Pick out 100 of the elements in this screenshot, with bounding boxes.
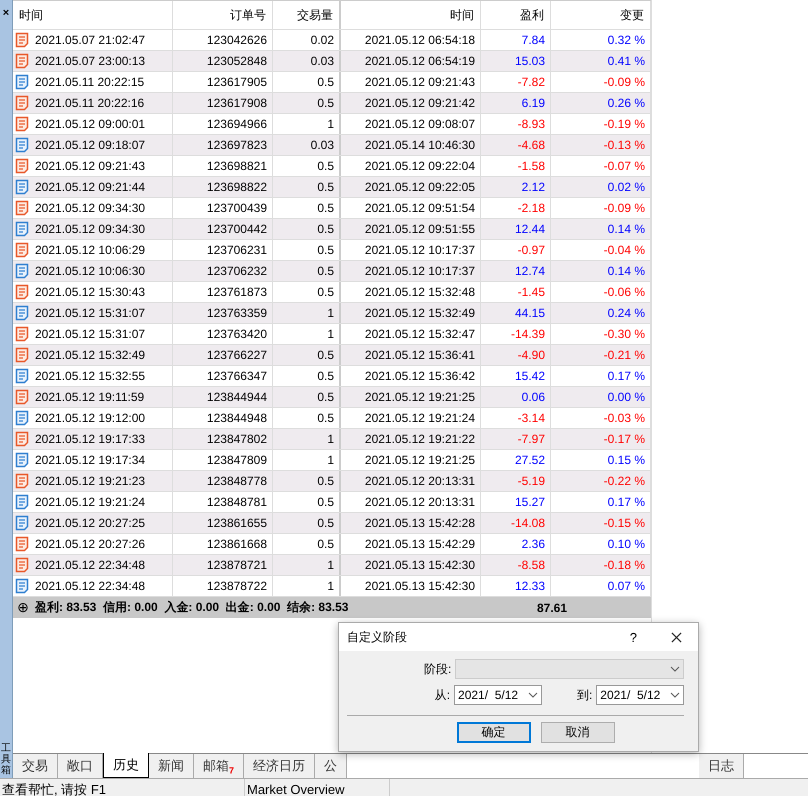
table-cell: 123766227 <box>173 345 273 365</box>
table-cell: 2021.05.12 15:32:47 <box>341 324 481 344</box>
table-cell: 2021.05.12 10:06:29 <box>35 243 146 257</box>
table-cell: 2021.05.11 20:22:16 <box>35 96 144 110</box>
table-cell: -1.58 <box>481 156 551 176</box>
table-cell: 15.03 <box>481 51 551 71</box>
table-cell: 2021.05.13 15:42:29 <box>341 534 481 554</box>
table-cell: 2021.05.14 10:46:30 <box>341 135 481 155</box>
table-cell: 123878721 <box>173 555 273 575</box>
table-cell: 12.74 <box>481 261 551 281</box>
column-header[interactable]: 变更 <box>551 1 651 29</box>
table-cell: -0.21 % <box>551 345 651 365</box>
table-cell: 2021.05.12 06:54:19 <box>341 51 481 71</box>
table-cell: 123844948 <box>173 408 273 428</box>
column-header[interactable]: 订单号 <box>173 1 273 29</box>
table-cell: -8.58 <box>481 555 551 575</box>
table-cell: 2021.05.12 09:51:55 <box>341 219 481 239</box>
table-cell: 123847802 <box>173 429 273 449</box>
table-cell: 123848778 <box>173 471 273 491</box>
table-cell: -3.14 <box>481 408 551 428</box>
chevron-icon <box>670 692 680 698</box>
table-cell: 2021.05.12 19:17:33 <box>35 432 146 446</box>
ok-button[interactable]: 确定 <box>456 722 530 743</box>
table-cell: -14.08 <box>481 513 551 533</box>
table-cell: 2021.05.12 15:31:07 <box>35 327 146 341</box>
column-header[interactable]: 时间 <box>341 1 481 29</box>
table-cell: -2.18 <box>481 198 551 218</box>
table-cell: 2021.05.12 15:36:41 <box>341 345 481 365</box>
column-header[interactable]: 交易量 <box>273 1 341 29</box>
table-cell: 123042626 <box>173 30 273 50</box>
table-cell: 0.03 <box>273 135 341 155</box>
date-field[interactable]: 2021/ 5/12 <box>596 685 684 705</box>
tab[interactable]: 敞口 <box>58 754 103 778</box>
table-cell: 2021.05.12 19:17:34 <box>35 453 146 467</box>
table-cell: 123766347 <box>173 366 273 386</box>
close-icon[interactable]: × <box>2 6 10 20</box>
table-cell: 2.36 <box>481 534 551 554</box>
table-cell: 2021.05.12 20:27:25 <box>35 516 146 530</box>
table-cell: 12.44 <box>481 219 551 239</box>
table-cell: -0.22 % <box>551 471 651 491</box>
table-cell: -1.45 <box>481 282 551 302</box>
table-cell: 123763420 <box>173 324 273 344</box>
tab[interactable]: 公 <box>315 754 348 778</box>
table-cell: -0.17 % <box>551 429 651 449</box>
table-cell: 0.5 <box>273 345 341 365</box>
table-cell: 12.33 <box>481 576 551 596</box>
table-cell: 2021.05.12 15:30:43 <box>35 285 146 299</box>
table-cell: -5.19 <box>481 471 551 491</box>
table-cell: -7.82 <box>481 72 551 92</box>
dialog-title: 自定义阶段 <box>347 628 408 646</box>
table-cell: -0.09 % <box>551 198 651 218</box>
table-cell: 123761873 <box>173 282 273 302</box>
date-field[interactable]: 2021/ 5/12 <box>454 685 542 705</box>
tab[interactable]: 交易 <box>13 754 58 778</box>
cancel-button[interactable]: 取消 <box>540 722 614 743</box>
table-cell: 123694966 <box>173 114 273 134</box>
table-cell: 2021.05.12 09:51:54 <box>341 198 481 218</box>
table-cell: 0.02 % <box>551 177 651 197</box>
table-cell: 2021.05.12 09:21:42 <box>341 93 481 113</box>
to-label: 到: <box>576 686 594 704</box>
table-cell: 123697823 <box>173 135 273 155</box>
table-cell: 15.27 <box>481 492 551 512</box>
table-cell: 0.5 <box>273 219 341 239</box>
table-cell: 2021.05.12 10:17:37 <box>341 261 481 281</box>
help-button[interactable]: ? <box>630 630 637 644</box>
table-cell: 2021.05.12 15:32:55 <box>35 369 146 383</box>
tab[interactable]: 历史 <box>103 753 149 778</box>
tab[interactable]: 日志 <box>699 754 744 778</box>
table-cell: 123698821 <box>173 156 273 176</box>
table-cell: 2021.05.12 19:21:24 <box>341 408 481 428</box>
table-cell: 123848781 <box>173 492 273 512</box>
table-cell: 2021.05.12 19:21:24 <box>35 495 146 509</box>
table-cell: 2021.05.13 15:42:30 <box>341 576 481 596</box>
close-icon[interactable] <box>671 632 682 642</box>
table-cell: 123698822 <box>173 177 273 197</box>
column-header[interactable]: 时间 <box>13 1 173 29</box>
table-cell: 2021.05.07 21:02:47 <box>35 33 146 47</box>
column-header[interactable]: 盈利 <box>481 1 551 29</box>
table-cell: 123617908 <box>173 93 273 113</box>
tab[interactable]: 新闻 <box>149 754 194 778</box>
table-cell: 2021.05.12 15:32:49 <box>341 303 481 323</box>
expand-icon[interactable]: ⊕ <box>15 599 31 616</box>
table-cell: 1 <box>273 555 341 575</box>
table-cell: -0.19 % <box>551 114 651 134</box>
table-cell: -0.13 % <box>551 135 651 155</box>
table-cell: 0.07 % <box>551 576 651 596</box>
table-cell: 2021.05.12 15:31:07 <box>35 306 146 320</box>
table-cell: 6.19 <box>481 93 551 113</box>
summary-text: 盈利: 83.53 信用: 0.00 入金: 0.00 出金: 0.00 结余: 83.53 <box>35 599 350 616</box>
table-cell: 123861668 <box>173 534 273 554</box>
table-cell: 123700439 <box>173 198 273 218</box>
table-cell: 0.17 % <box>551 366 651 386</box>
table-cell: 0.41 % <box>551 51 651 71</box>
table-cell: 123052848 <box>173 51 273 71</box>
tab[interactable]: 邮箱$_{7}$ <box>194 754 244 778</box>
table-cell: 2.12 <box>481 177 551 197</box>
table-cell: 123700442 <box>173 219 273 239</box>
table-cell: 15.42 <box>481 366 551 386</box>
tab[interactable]: 经济日历 <box>244 754 316 778</box>
table-cell: 2021.05.12 09:34:30 <box>35 222 146 236</box>
